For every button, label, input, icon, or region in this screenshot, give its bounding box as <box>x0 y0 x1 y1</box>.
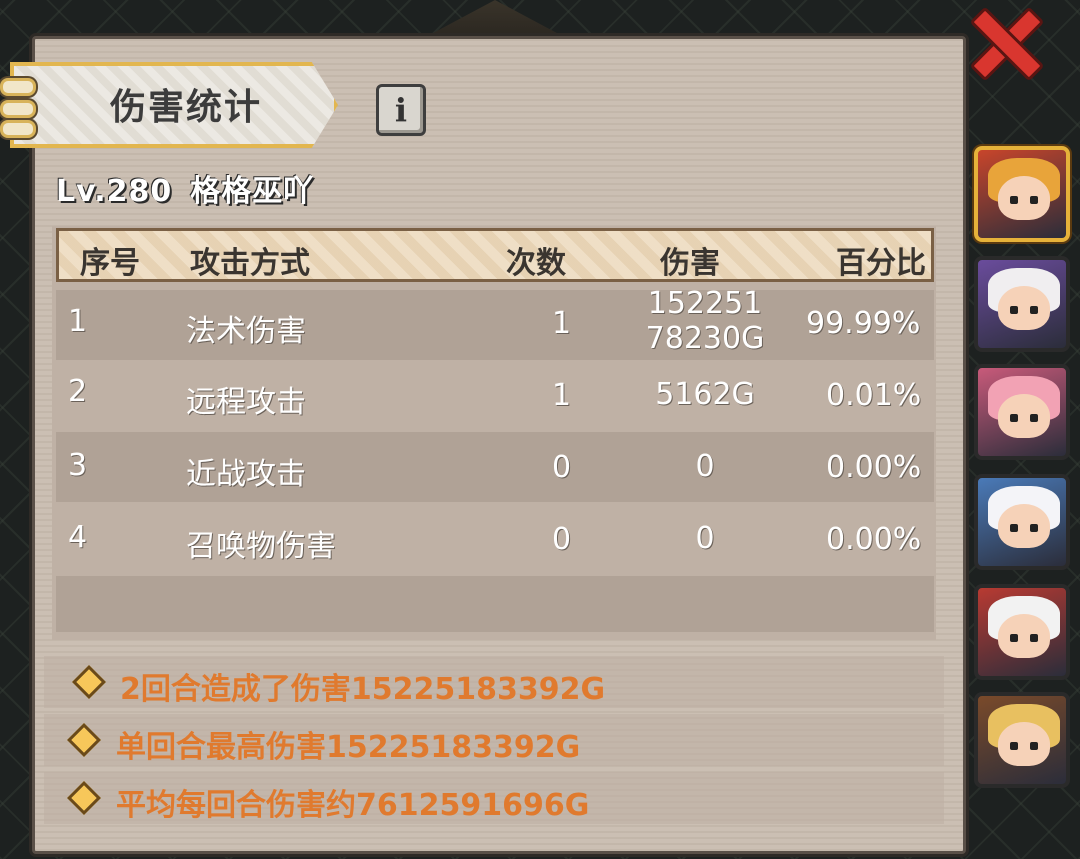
row-attack-type: 远程攻击 <box>186 385 306 420</box>
summary-avg-damage: 平均每回合伤害约7612591696G <box>116 788 590 823</box>
table-header <box>56 228 934 282</box>
header-index: 序号 <box>80 246 140 281</box>
hero-face <box>998 722 1050 766</box>
hero-blonde-armor-portrait[interactable] <box>974 692 1070 788</box>
row-count: 1 <box>552 378 572 413</box>
header-damage: 伤害 <box>660 246 720 281</box>
row-attack-type: 法术伤害 <box>186 314 306 349</box>
binder-ring <box>0 100 36 118</box>
hero-white-hair-mage-portrait[interactable] <box>974 256 1070 352</box>
panel-title: 伤害统计 <box>110 87 263 128</box>
row-percent: 99.99% <box>806 306 921 341</box>
row-percent: 0.00% <box>826 522 922 557</box>
row-index: 1 <box>68 304 88 339</box>
row-index: 3 <box>68 448 88 483</box>
info-icon: i <box>394 91 408 129</box>
row-damage: 0 <box>695 521 715 556</box>
hero-eye <box>1010 742 1018 750</box>
hero-eye <box>1030 634 1038 642</box>
close-button[interactable] <box>968 4 1038 78</box>
hero-eye <box>1010 196 1018 204</box>
row-percent: 0.00% <box>826 450 922 485</box>
row-percent: 0.01% <box>826 378 922 413</box>
row-damage-line1: 152251 <box>647 286 763 321</box>
hero-white-braid-portrait[interactable] <box>974 474 1070 570</box>
header-percent: 百分比 <box>836 246 926 281</box>
hero-face <box>998 176 1050 220</box>
row-damage: 152251 78230G <box>640 286 770 356</box>
player-info: Lv.280 格格巫吖 <box>56 166 314 210</box>
row-count: 1 <box>552 306 572 341</box>
binder-ring <box>0 120 36 138</box>
binder-ring <box>0 78 36 96</box>
row-damage: 5162G <box>655 377 755 412</box>
row-count: 0 <box>552 522 572 557</box>
info-button[interactable]: i <box>376 84 426 136</box>
hero-eye <box>1010 414 1018 422</box>
hero-eye <box>1030 196 1038 204</box>
tab-binder-rings <box>0 70 36 138</box>
table-row-empty <box>56 576 934 632</box>
hero-eye <box>1010 306 1018 314</box>
row-damage: 0 <box>695 449 715 484</box>
hero-eye <box>1030 742 1038 750</box>
player-name: 格格巫吖 <box>190 174 315 209</box>
summary-total-damage: 2回合造成了伤害15225183392G <box>120 672 606 707</box>
hero-pink-hair-nurse-portrait[interactable] <box>974 364 1070 460</box>
hero-face <box>998 286 1050 330</box>
hero-face <box>998 614 1050 658</box>
hero-white-hair-red-portrait[interactable] <box>974 584 1070 680</box>
row-damage-line2: 78230G <box>645 321 765 356</box>
row-index: 4 <box>68 520 88 555</box>
row-attack-type: 近战攻击 <box>186 457 306 492</box>
hero-eye <box>1010 634 1018 642</box>
summary-max-damage: 单回合最高伤害15225183392G <box>116 730 581 765</box>
row-attack-type: 召唤物伤害 <box>186 529 336 564</box>
hero-eye <box>1030 306 1038 314</box>
row-count: 0 <box>552 450 572 485</box>
hero-eye <box>1030 524 1038 532</box>
hero-face <box>998 504 1050 548</box>
hero-eye <box>1010 524 1018 532</box>
header-attack-type: 攻击方式 <box>190 246 310 281</box>
hero-warrior-portrait[interactable] <box>974 146 1070 242</box>
hero-eye <box>1030 414 1038 422</box>
player-level: Lv.280 <box>56 174 173 209</box>
row-index: 2 <box>68 374 88 409</box>
hero-face <box>998 394 1050 438</box>
header-count: 次数 <box>506 246 566 281</box>
